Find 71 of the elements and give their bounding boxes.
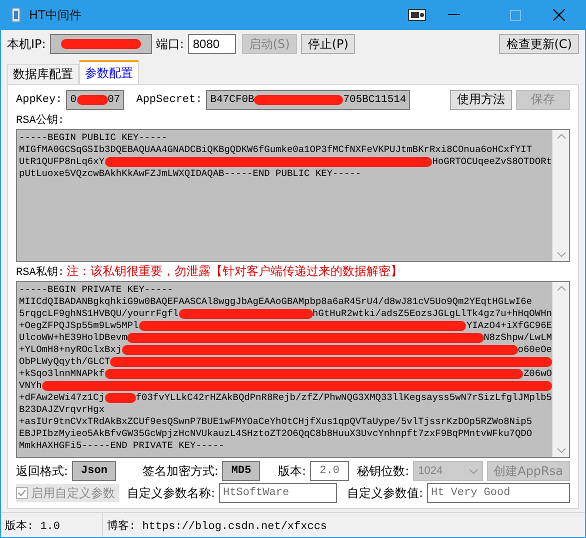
key-text: UlcoWW+hE39HolDBevm <box>19 332 128 344</box>
key-text: hGtHuR2wtki/adsZ5EozsJGLgLlTk4gz7u+hHqOWHn <box>312 308 552 320</box>
port-field[interactable]: 8080 <box>188 34 236 54</box>
redaction-mark <box>104 393 136 404</box>
usage-button[interactable]: 使用方法 <box>450 90 512 110</box>
sign-method-label: 签名加密方式: <box>142 462 218 480</box>
key-text: HoGRTOCUqeeZvS8OTDORt <box>432 156 552 168</box>
minimize-icon[interactable] <box>448 14 460 16</box>
redaction-mark <box>76 94 108 105</box>
close-icon[interactable] <box>553 9 565 21</box>
key-text: YIAzO4+iXfGC96E <box>466 320 552 332</box>
private-key-label: RSA私钥: <box>16 265 64 279</box>
sign-method-value: MD5 <box>222 461 260 482</box>
key-bits-value: 1024 <box>418 465 443 478</box>
ip-field[interactable] <box>50 34 152 54</box>
ip-label: 本机IP: <box>7 36 46 52</box>
window-title: HT中间件 <box>29 6 82 24</box>
update-button[interactable]: 检查更新(C) <box>499 34 579 54</box>
tab[interactable]: 数据库配置 <box>7 64 79 84</box>
tab[interactable]: 参数配置 <box>79 60 139 84</box>
key-text: o60eOe <box>518 344 552 356</box>
key-text: +OegZFPQJSp55m9Lw5MPl <box>19 320 139 332</box>
key-text: N8zShpw/LwLM <box>484 332 552 344</box>
key-text: +YLOmH8+nyROclxBxj <box>19 344 122 356</box>
format-value: Json <box>72 461 116 482</box>
key-text: Z06wO <box>523 368 552 380</box>
key-text: pUtLuoxe5VQzcwBAkhKkAwFZJmLWXQIDAQAB-----END PUBLIC KEY----- <box>19 168 362 180</box>
key-text: +dFAw2eWi47z1Cj <box>19 392 105 404</box>
format-label: 返回格式: <box>16 462 68 480</box>
maximize-icon[interactable] <box>510 10 521 20</box>
param-name-label: 自定义参数名称: <box>127 484 216 502</box>
key-text: ObPLWyQqyth/GLCT <box>19 356 110 368</box>
scroll-down-icon[interactable] <box>556 448 566 453</box>
scroll-up-icon[interactable] <box>556 134 566 140</box>
stop-button[interactable]: 停止(P) <box>300 34 356 54</box>
param-name-field[interactable]: HtSoftWare <box>219 483 338 504</box>
version-text: 版本: 1.0 <box>1 513 103 537</box>
scroll-down-icon[interactable] <box>556 252 566 258</box>
public-key-label: RSA公钥: <box>16 113 64 127</box>
version-field[interactable]: 2.0 <box>310 461 350 482</box>
version-label: 版本: <box>278 462 306 480</box>
key-text: MIICdQIBADANBgkqhkiG9w0BAQEFAASCAl8wggJbAgEAAoGBAMpbp8a6aR45rU4/d8wJ81cV5Uo9Qm2YEqtHGLwI6e <box>19 296 532 308</box>
param-value-field[interactable]: Ht Very Good <box>427 483 570 504</box>
pin-icon[interactable] <box>408 9 426 21</box>
app-icon <box>11 7 21 23</box>
key-text: 5rqgcLF9ghNS1HVBQU/yourrFgfl <box>19 308 179 320</box>
key-text: +kSqo3lnnMNAPkf <box>19 368 105 380</box>
key-bits-label: 秘钥位数: <box>357 462 410 480</box>
appkey-label: AppKey: <box>16 94 62 106</box>
appsecret-label: AppSecret: <box>136 94 202 106</box>
scroll-up-icon[interactable] <box>556 286 566 292</box>
key-text: MmkHAXHGFi5-----END PRIVATE KEY----- <box>19 440 224 452</box>
blog-link[interactable]: 博客: https://blog.csdn.net/xfxccs <box>103 518 332 532</box>
param-value-label: 自定义参数值: <box>346 484 423 502</box>
key-text: UtR1QUFP8nLq6xY <box>19 156 105 168</box>
key-text: -----BEGIN PUBLIC KEY----- <box>19 132 168 144</box>
caret-icon <box>468 468 478 474</box>
private-key-textarea[interactable] <box>16 281 570 458</box>
key-text: f03fvYLLkC42rHZAkBQdPnR8Rejb/zfZ/PhwNQG3XMQ33llKegsayss5wN7rSizLfglJMplb5 <box>136 392 552 404</box>
key-text: B23DAJZVrqvrHgx <box>19 404 105 416</box>
key-text: +asIUr9tnCVxTRdAkBxZCUf9esQSwnP7BUE1wFMYOaCeYhOtCHjfXus1qpQVTaUype/5vlTjssrKzDOp5RZWo8Nip5 <box>19 416 532 428</box>
appsecret-field[interactable]: B47CF0B 705BC11514 <box>206 90 410 110</box>
check-icon <box>16 487 28 500</box>
key-text: VNYh <box>19 380 42 392</box>
key-text: MIGfMA0GCSqGSIb3DQEBAQUAA4GNADCBiQKBgQDKW6fGumke0a1OP3fMCfNXFeVKPUJtmBKrRxi8COnua6oHCxfYIT <box>19 144 532 156</box>
key-text: EBJPIbzMyieo5AkBfvGW35GcWpjzHcNVUkauzL4SHztoZT2O6QqC8b8HuuX3UvcYnhnpft7zxF9BqPMntvWFku7QDO <box>19 428 532 440</box>
key-text: -----BEGIN PRIVATE KEY----- <box>19 284 173 296</box>
warning-note: 注：该私钥很重要，勿泄露【针对客户端传递过来的数据解密】 <box>66 262 402 280</box>
port-label: 端口: <box>156 36 184 52</box>
public-key-textarea[interactable] <box>16 129 570 262</box>
appkey-field[interactable]: 0 07 <box>66 90 124 110</box>
